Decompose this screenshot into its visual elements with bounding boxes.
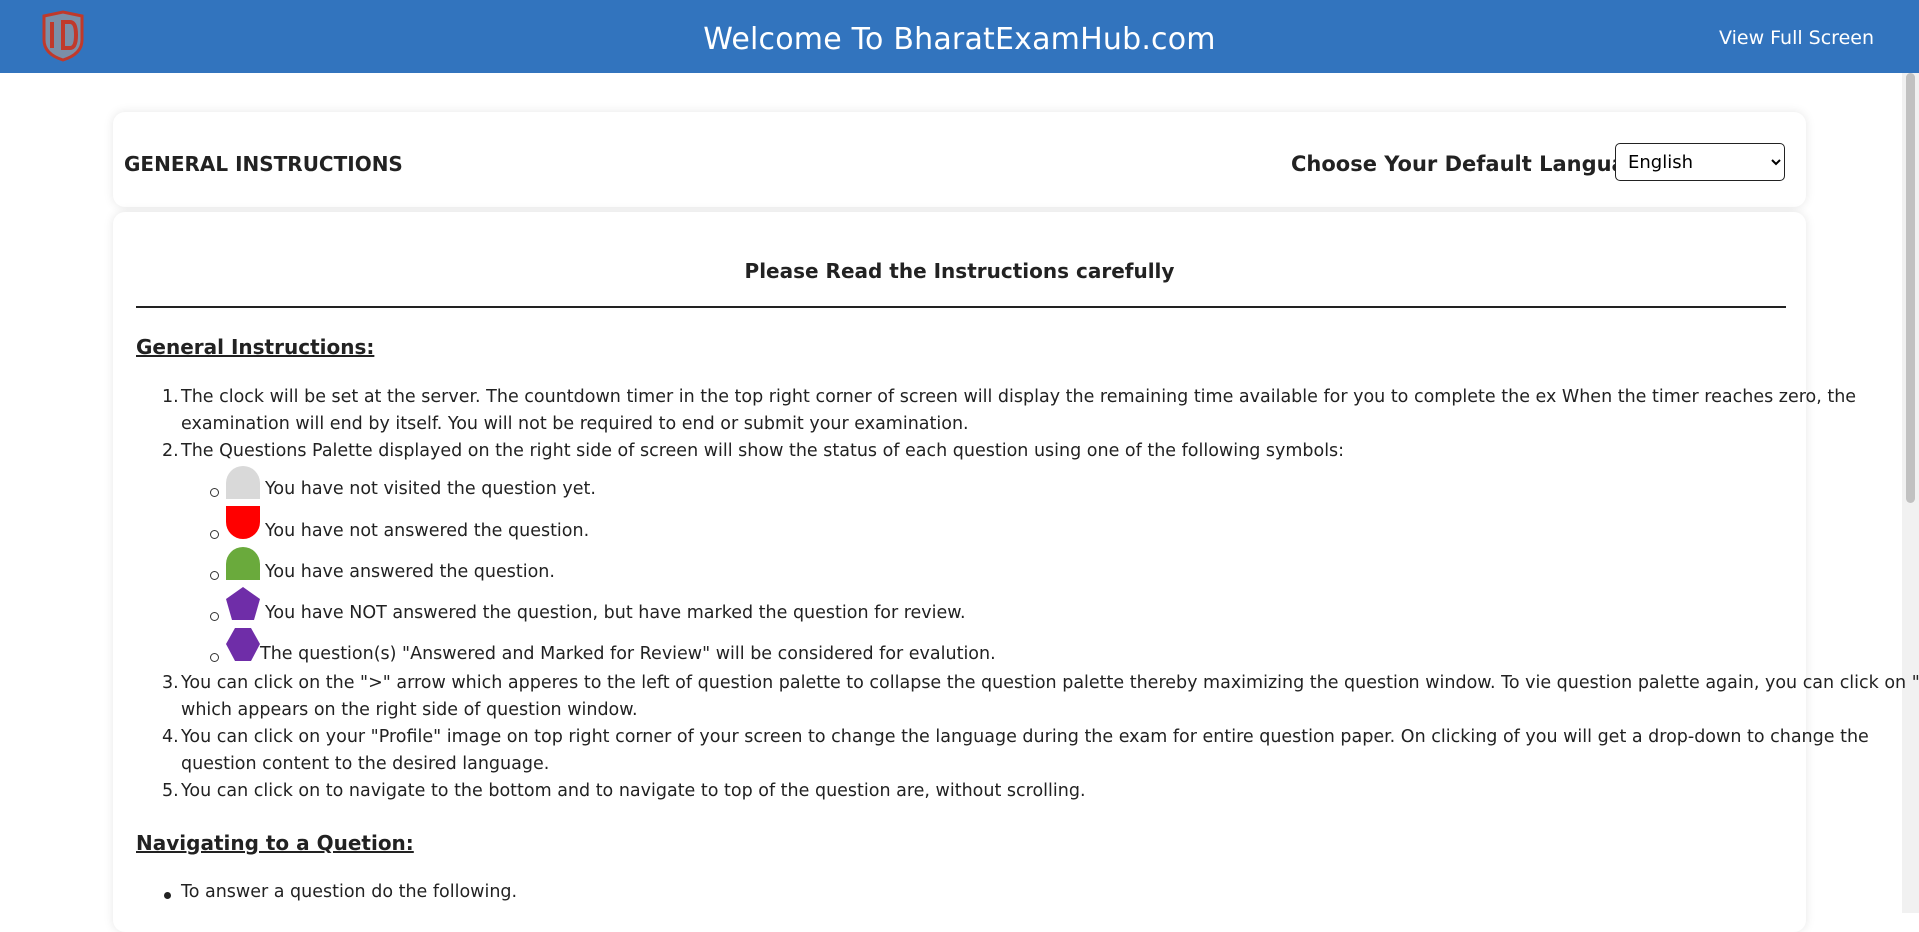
language-select[interactable]: English [1615,143,1785,181]
list-number: 2. [162,441,179,461]
instruction-text: You can click on your "Profile" image on… [181,727,1869,747]
marked-for-review-icon [226,587,260,620]
list-number: 3. [162,673,179,693]
answered-and-marked-icon [226,628,260,661]
general-instructions-section-title: General Instructions: [136,335,375,359]
answered-icon [226,547,260,580]
instruction-text: The clock will be set at the server. The… [181,387,1857,407]
view-full-screen-link[interactable]: View Full Screen [1719,27,1874,49]
instructions-header-card: GENERAL INSTRUCTIONS Choose Your Default… [113,112,1806,207]
divider [136,306,1786,308]
symbol-description: You have not answered the question. [265,521,590,541]
list-number: 1. [162,387,179,407]
instructions-body-card: Please Read the Instructions carefully G… [113,212,1919,932]
instruction-text: You can click on to navigate to the bott… [181,781,1086,801]
site-title: Welcome To BharatExamHub.com [703,22,1216,57]
language-label: Choose Your Default Language [1291,152,1656,176]
instruction-text: question content to the desired language… [181,754,550,774]
page-scrollbar[interactable] [1902,73,1919,913]
instruction-text: You can click on the ">" arrow which app… [181,673,1919,693]
instruction-text: examination will end by itself. You will… [181,414,969,434]
instruction-text: which appears on the right side of quest… [181,700,638,720]
list-bullet [164,892,171,899]
list-number: 4. [162,727,179,747]
list-bullet [210,653,219,662]
symbol-description: You have not visited the question yet. [265,479,596,499]
list-bullet [210,530,219,539]
not-answered-icon [226,506,260,539]
symbol-description: You have answered the question. [265,562,555,582]
not-visited-icon [226,466,260,499]
list-bullet [210,612,219,621]
navigating-section-title: Navigating to a Quetion: [136,831,414,855]
read-carefully-heading: Please Read the Instructions carefully [744,259,1175,283]
scrollbar-thumb[interactable] [1906,73,1915,503]
list-bullet [210,571,219,580]
list-number: 5. [162,781,179,801]
instruction-text: The Questions Palette displayed on the r… [181,441,1345,461]
symbol-description: The question(s) "Answered and Marked for… [260,644,996,664]
navigating-item: To answer a question do the following. [181,882,518,902]
symbol-description: You have NOT answered the question, but … [265,603,966,623]
list-bullet [210,488,219,497]
general-instructions-title: GENERAL INSTRUCTIONS [124,152,403,176]
top-header-bar: Welcome To BharatExamHub.com View Full S… [0,0,1919,73]
